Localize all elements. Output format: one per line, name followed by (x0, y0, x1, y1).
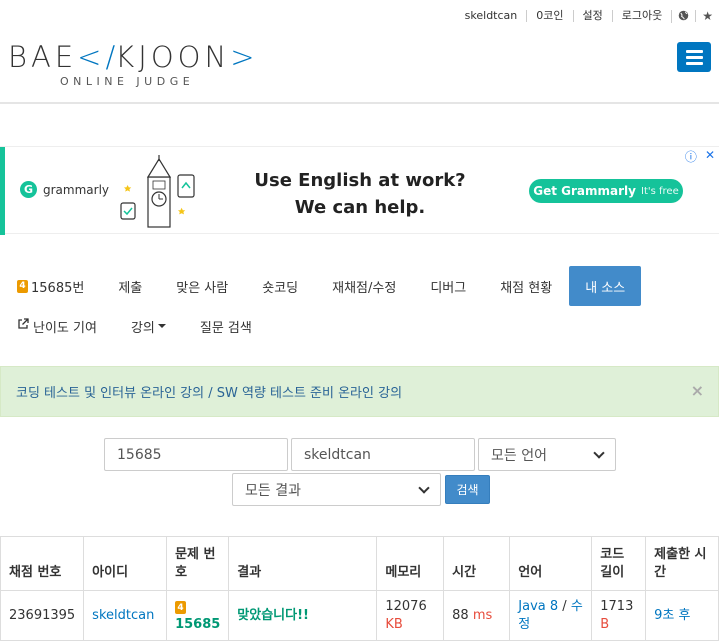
ad-info-icon[interactable]: ⓘ (685, 148, 697, 165)
status-table: 채점 번호 아이디 문제 번호 결과 메모리 시간 언어 코드 길이 제출한 시… (0, 536, 719, 641)
language-select-value: 모든 언어 (491, 447, 547, 464)
level-badge-icon: 4 (17, 279, 28, 293)
result-select[interactable]: 모든 결과 (232, 473, 441, 506)
alert-link[interactable]: 코딩 테스트 및 인터뷰 온라인 강의 / SW 역량 테스트 준비 온라인 강… (16, 382, 402, 401)
ad-headline-line1: Use English at work? (254, 170, 466, 191)
result-select-value: 모든 결과 (245, 482, 301, 499)
result-accepted: 맞았습니다!! (237, 607, 309, 623)
col-time: 시간 (443, 536, 511, 591)
tab-my-source[interactable]: 내 소스 (569, 266, 642, 306)
cell-problem: 4 15685 (166, 590, 230, 641)
problem-nav: 4 15685번 제출 맞은 사람 숏코딩 재채점/수정 디버그 채점 현황 내… (0, 266, 719, 346)
tab-debug[interactable]: 디버그 (413, 266, 483, 306)
chevron-down-icon (593, 446, 605, 459)
tab-lectures-label: 강의 (130, 320, 155, 336)
problem-nav-row2: 난이도 기여 강의 질문 검색 (0, 306, 719, 346)
grammarly-g-icon: G (20, 181, 37, 198)
tab-short-coding[interactable]: 숏코딩 (245, 266, 315, 306)
ad-headline-line2: We can help. (294, 197, 426, 218)
table-header-row: 채점 번호 아이디 문제 번호 결과 메모리 시간 언어 코드 길이 제출한 시… (0, 536, 719, 591)
col-problem: 문제 번호 (166, 536, 230, 591)
submitted-time-link[interactable]: 9초 후 (654, 608, 690, 623)
alert-close-icon[interactable]: × (691, 381, 704, 400)
tab-problem-label: 15685번 (31, 280, 85, 296)
globe-icon[interactable] (671, 9, 695, 23)
cell-submission-id: 23691395 (0, 590, 85, 641)
col-submission-id: 채점 번호 (0, 536, 85, 591)
cell-code-length: 1713 B (591, 590, 647, 641)
col-memory: 메모리 (376, 536, 445, 591)
tab-rejudge[interactable]: 재채점/수정 (315, 266, 413, 306)
ad-close-icon[interactable]: ✕ (705, 148, 715, 165)
cell-submitted-time: 9초 후 (645, 590, 719, 641)
tab-question-search[interactable]: 질문 검색 (183, 306, 269, 346)
ad-headline: Use English at work? We can help. (240, 167, 480, 221)
time-unit: ms (472, 607, 493, 623)
get-grammarly-button[interactable]: Get Grammarly It's free (529, 179, 683, 203)
grammarly-ad-banner[interactable]: G grammarly Use English at work? We can … (0, 146, 719, 235)
level-badge-icon: 4 (175, 601, 187, 614)
big-ben-illustration-icon (120, 155, 195, 228)
table-row: 23691395 skeldtcan 4 15685 맞았습니다!! 12076… (0, 590, 719, 641)
cell-language: Java 8 / 수정 (509, 590, 593, 641)
code-length-unit: B (600, 616, 610, 632)
caret-down-icon (157, 324, 166, 328)
top-user-bar: skeldtcan 0코인 설정 로그아웃 ★ (456, 4, 719, 28)
user-id-input[interactable]: skeldtcan (291, 438, 475, 471)
tab-difficulty-contribution[interactable]: 난이도 기여 (0, 306, 114, 346)
header-divider (0, 102, 719, 104)
ad-controls: ⓘ ✕ (685, 148, 715, 165)
star-icon[interactable]: ★ (695, 10, 719, 22)
user-link[interactable]: skeldtcan (92, 608, 154, 623)
hamburger-menu-button[interactable] (677, 42, 711, 72)
logo-wordmark: BAE</KJOON> (8, 40, 259, 74)
grammarly-brand-text: grammarly (43, 182, 110, 197)
memory-value: 12076 (385, 598, 427, 614)
search-button[interactable]: 검색 (445, 475, 490, 504)
site-logo[interactable]: BAE</KJOON> ONLINE JUDGE (8, 40, 258, 88)
tab-lectures-dropdown[interactable]: 강의 (114, 306, 183, 346)
col-code-length: 코드 길이 (591, 536, 647, 591)
settings-link[interactable]: 설정 (572, 10, 612, 22)
ad-cta-label: Get Grammarly (533, 184, 636, 198)
username-link[interactable]: skeldtcan (456, 10, 527, 22)
ad-cta-sublabel: It's free (641, 185, 679, 197)
tab-problem[interactable]: 4 15685번 (0, 266, 101, 306)
code-length-value: 1713 (600, 598, 634, 614)
language-link[interactable]: Java 8 (518, 599, 558, 614)
time-value: 88 (452, 607, 469, 623)
cell-memory: 12076 KB (376, 590, 445, 641)
external-link-icon (17, 318, 29, 334)
logout-link[interactable]: 로그아웃 (611, 10, 671, 22)
language-select[interactable]: 모든 언어 (478, 438, 616, 471)
col-submitted-time: 제출한 시간 (645, 536, 719, 591)
col-result: 결과 (228, 536, 378, 591)
cell-time: 88 ms (443, 590, 511, 641)
cell-user: skeldtcan (83, 590, 168, 641)
lecture-alert: 코딩 테스트 및 인터뷰 온라인 강의 / SW 역량 테스트 준비 온라인 강… (0, 366, 719, 417)
memory-unit: KB (385, 616, 403, 632)
coins-link[interactable]: 0코인 (526, 10, 572, 22)
logo-subtitle: ONLINE JUDGE (60, 75, 195, 88)
ad-accent-stripe (0, 147, 5, 235)
chevron-down-icon (418, 481, 430, 494)
tab-accepted-users[interactable]: 맞은 사람 (159, 266, 245, 306)
tab-submit[interactable]: 제출 (101, 266, 159, 306)
problem-nav-row1: 4 15685번 제출 맞은 사람 숏코딩 재채점/수정 디버그 채점 현황 내… (0, 266, 719, 306)
col-language: 언어 (509, 536, 593, 591)
col-user: 아이디 (83, 536, 168, 591)
problem-id-input[interactable]: 15685 (104, 438, 288, 471)
tab-status[interactable]: 채점 현황 (483, 266, 569, 306)
grammarly-logo: G grammarly (20, 181, 109, 198)
problem-link[interactable]: 15685 (175, 617, 220, 632)
cell-result: 맞았습니다!! (228, 590, 378, 641)
tab-difficulty-label: 난이도 기여 (33, 320, 97, 336)
